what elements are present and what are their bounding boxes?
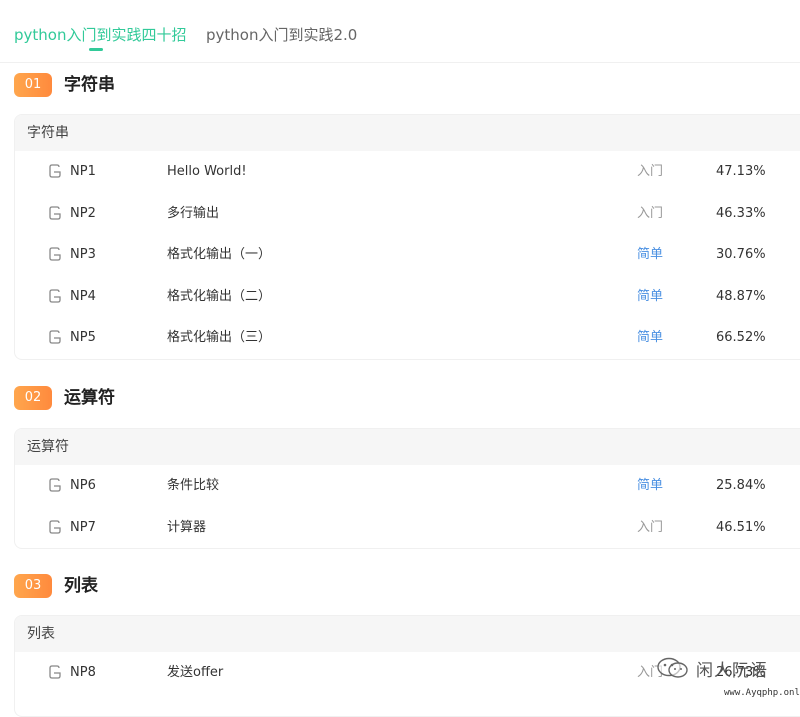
difficulty-label: 简单 xyxy=(637,478,664,493)
difficulty-label: 简单 xyxy=(637,330,664,345)
problem-title[interactable]: 格式化输出（三） xyxy=(167,329,271,347)
section-number-badge: 03 xyxy=(14,574,52,598)
document-icon xyxy=(49,519,61,534)
wechat-icon xyxy=(657,657,688,678)
pass-rate: 30.76% xyxy=(716,247,766,262)
section-number-badge: 02 xyxy=(14,386,52,410)
section-title: 运算符 xyxy=(64,388,115,408)
document-icon xyxy=(49,205,61,220)
document-icon xyxy=(49,247,61,261)
pass-rate: 66.52% xyxy=(716,330,766,345)
problem-row[interactable]: NP1 Hello World! 入门 47.13% xyxy=(15,151,800,193)
problem-row[interactable]: NP3 格式化输出（一） 简单 30.76% xyxy=(15,234,800,276)
watermark-url: www.Ayqphp.online xyxy=(724,688,800,698)
tab-python-2[interactable]: python入门到实践2.0 xyxy=(206,25,357,45)
pass-rate: 47.13% xyxy=(716,164,766,179)
pass-rate: 46.51% xyxy=(716,519,766,535)
document-icon xyxy=(49,665,61,679)
watermark: 闲人阮语 www.Ayqphp.online xyxy=(656,652,800,702)
problem-id: NP3 xyxy=(70,247,96,262)
document-icon xyxy=(49,164,61,178)
problem-title[interactable]: Hello World! xyxy=(167,163,247,181)
section-number-badge: 01 xyxy=(14,73,52,97)
problem-id: NP4 xyxy=(70,288,96,304)
card-header: 字符串 xyxy=(15,115,800,151)
difficulty-label: 入门 xyxy=(637,205,664,221)
difficulty-label: 入门 xyxy=(637,519,664,535)
problem-row[interactable]: NP4 格式化输出（二） 简单 48.87% xyxy=(15,276,800,318)
tab-python-40[interactable]: python入门到实践四十招 xyxy=(14,25,186,45)
document-icon xyxy=(49,478,61,492)
problem-row[interactable]: NP6 条件比较 简单 25.84% xyxy=(15,465,800,507)
difficulty-label: 入门 xyxy=(637,164,664,179)
watermark-text: 闲人阮语 xyxy=(696,661,768,681)
problem-row[interactable]: NP7 计算器 入门 46.51% xyxy=(15,507,800,549)
problem-title[interactable]: 计算器 xyxy=(167,519,206,537)
problem-title[interactable]: 发送offer xyxy=(167,664,223,682)
problem-title[interactable]: 多行输出 xyxy=(167,205,219,223)
problem-id: NP1 xyxy=(70,164,96,179)
tab-bar: python入门到实践四十招 python入门到实践2.0 xyxy=(0,0,800,63)
difficulty-label: 简单 xyxy=(637,247,664,262)
document-icon xyxy=(49,288,61,303)
pass-rate: 25.84% xyxy=(716,478,766,493)
problem-id: NP6 xyxy=(70,478,96,493)
pass-rate: 48.87% xyxy=(716,288,766,304)
card-header: 列表 xyxy=(15,616,800,652)
problem-id: NP7 xyxy=(70,519,96,535)
problem-id: NP5 xyxy=(70,330,96,345)
section-title: 列表 xyxy=(64,576,98,596)
pass-rate: 46.33% xyxy=(716,205,766,221)
problem-card: 字符串 NP1 Hello World! 入门 47.13% NP2 多行输出 … xyxy=(14,114,800,360)
problem-title[interactable]: 条件比较 xyxy=(167,477,219,495)
problem-id: NP2 xyxy=(70,205,96,221)
problem-id: NP8 xyxy=(70,665,96,680)
problem-title[interactable]: 格式化输出（二） xyxy=(167,288,271,306)
section-title: 字符串 xyxy=(64,75,115,95)
difficulty-label: 简单 xyxy=(637,288,664,304)
card-header: 运算符 xyxy=(15,429,800,465)
problem-row[interactable]: NP2 多行输出 入门 46.33% xyxy=(15,193,800,235)
active-tab-indicator xyxy=(89,48,103,51)
problem-row[interactable]: NP5 格式化输出（三） 简单 66.52% xyxy=(15,317,800,359)
document-icon xyxy=(49,330,61,344)
problem-card: 运算符 NP6 条件比较 简单 25.84% NP7 计算器 入门 46.51% xyxy=(14,428,800,549)
problem-title[interactable]: 格式化输出（一） xyxy=(167,246,271,264)
